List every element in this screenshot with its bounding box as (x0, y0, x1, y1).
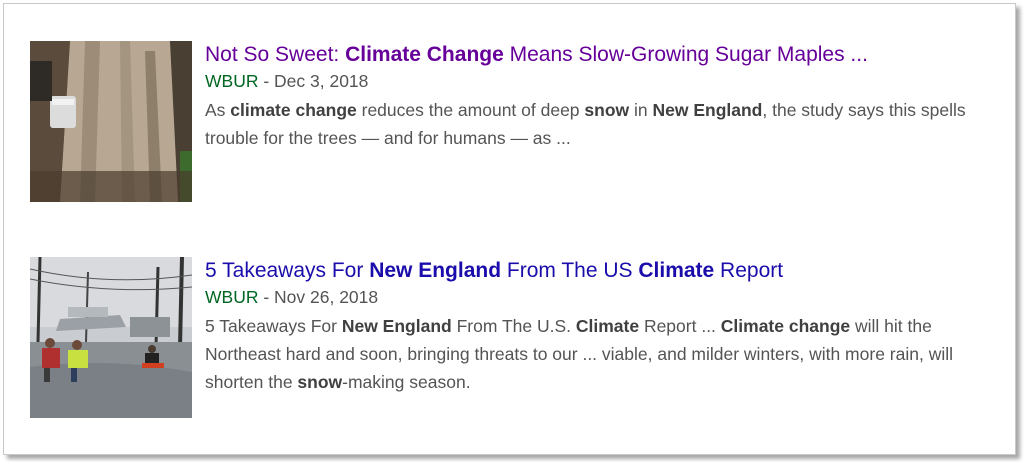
tree-photo-image (30, 41, 192, 202)
snippet-text: From The U.S. (451, 316, 576, 336)
news-result: 5 Takeaways For New England From The US … (30, 257, 990, 418)
source-label: WBUR (205, 71, 259, 91)
snippet-text: -making season. (342, 372, 471, 392)
snippet-text: in (629, 100, 653, 120)
title-highlight: Climate (638, 259, 715, 282)
date-label: Dec 3, 2018 (274, 71, 369, 91)
news-result: Not So Sweet: Climate Change Means Slow-… (30, 41, 990, 202)
snippet-highlight: Climate change (720, 316, 851, 336)
result-title-link[interactable]: 5 Takeaways For New England From The US … (205, 257, 995, 285)
snippet-text: 5 Takeaways For (205, 316, 342, 336)
meta-separator: - (258, 71, 275, 91)
title-text: Means Slow-Growing Sugar Maples ... (503, 43, 868, 66)
title-text: 5 Takeaways For (205, 259, 370, 282)
result-snippet: 5 Takeaways For New England From The U.S… (205, 312, 995, 396)
snippet-highlight: Climate (575, 316, 640, 336)
result-thumbnail-flood[interactable] (30, 257, 192, 418)
meta-separator: - (258, 287, 275, 307)
snippet-highlight: New England (341, 316, 452, 336)
snippet-highlight: snow (584, 100, 630, 120)
flood-photo-image (30, 257, 192, 418)
title-text: From The US (501, 259, 639, 282)
title-text: Report (714, 259, 784, 282)
title-text: Not So Sweet: (205, 43, 346, 66)
results-panel: Not So Sweet: Climate Change Means Slow-… (3, 3, 1016, 455)
snippet-highlight: snow (297, 372, 343, 392)
snippet-text: As (205, 100, 231, 120)
source-label: WBUR (205, 287, 259, 307)
snippet-highlight: New England (652, 100, 763, 120)
result-title-link[interactable]: Not So Sweet: Climate Change Means Slow-… (205, 41, 995, 69)
snippet-text: Report ... (639, 316, 721, 336)
snippet-highlight: climate change (230, 100, 357, 120)
date-label: Nov 26, 2018 (274, 287, 379, 307)
result-thumbnail-sugar-maple[interactable] (30, 41, 192, 202)
title-highlight: New England (369, 259, 502, 282)
snippet-text: reduces the amount of deep (356, 100, 585, 120)
result-meta: WBUR - Dec 3, 2018 (205, 69, 995, 94)
result-snippet: As climate change reduces the amount of … (205, 96, 995, 152)
result-meta: WBUR - Nov 26, 2018 (205, 285, 995, 310)
title-highlight: Climate Change (345, 43, 504, 66)
